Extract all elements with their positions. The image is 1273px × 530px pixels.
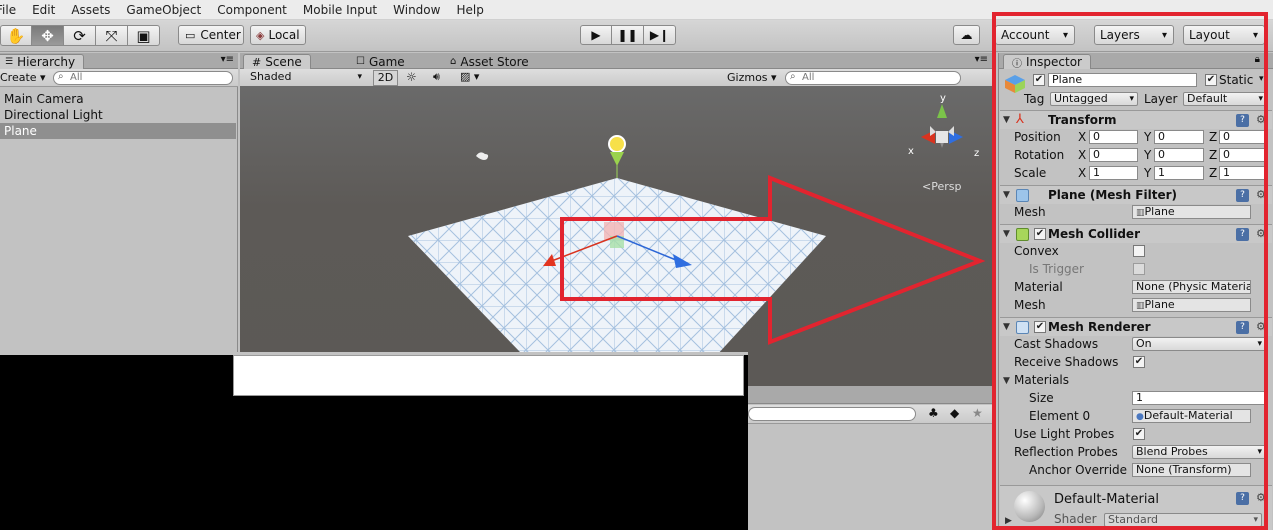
panel-menu-icon[interactable]: ▾≡ [221,54,234,65]
shading-mode-dropdown[interactable]: Shaded [247,71,365,85]
hierarchy-tabbar: ☰ Hierarchy ▾≡ [0,53,238,69]
hierarchy-item-main-camera[interactable]: Main Camera [0,91,236,107]
scene-search-input[interactable]: All [785,71,961,85]
favorites-icon[interactable]: ★ [972,406,983,420]
panel-menu-icon[interactable]: ▾≡ [975,54,988,65]
hierarchy-panel: ☰ Hierarchy ▾≡ Create ▾ All Main Camera … [0,53,238,353]
lighting-icon[interactable]: ☼ [406,70,417,84]
mode-2d-button[interactable]: 2D [373,70,398,86]
mode-2d-label: 2D [377,71,394,84]
annotation-highlight-box [992,12,1268,530]
scene-canvas: y x z <Persp [408,93,986,356]
menu-window[interactable]: Window [385,3,448,17]
camera-gizmo-icon[interactable] [476,152,489,160]
space-local-button[interactable]: ◈ Local [250,25,306,45]
gizmos-label: Gizmos [727,71,768,84]
scene-panel: # Scene ☐ Game ⌂ Asset Store ▾≡ Shaded 2… [240,53,992,87]
pause-icon[interactable]: ❚❚ [612,25,644,45]
rotate-icon[interactable]: ⟳ [64,25,96,46]
menu-component[interactable]: Component [209,3,295,17]
asset-store-icon: ⌂ [450,56,457,67]
gizmo-axis-y-label: y [940,93,946,104]
create-dropdown[interactable]: Create ▾ [0,71,46,84]
scale-icon[interactable]: ⤧ [96,25,128,46]
cube-icon: ◈ [256,28,265,42]
menu-edit[interactable]: Edit [24,3,63,17]
effects-icon[interactable]: ▨ ▾ [460,70,479,83]
directional-light-gizmo[interactable] [608,135,626,166]
menu-gameobject[interactable]: GameObject [118,3,209,17]
step-icon[interactable]: ▶❙ [644,25,676,45]
scene-viewport[interactable]: y x z <Persp [240,86,992,386]
tab-game[interactable]: ☐ Game [348,54,413,69]
pivot-center-button[interactable]: ▭ Center [178,25,244,45]
cloud-icon[interactable]: ☁ [953,25,980,45]
overlay-text-field[interactable] [233,355,744,396]
hierarchy-icon: ☰ [5,57,14,67]
scene-search-placeholder: All [802,72,815,83]
asset-store-tab-label: Asset Store [460,54,529,69]
play-icon[interactable]: ▶ [580,25,612,45]
transform-tools: ✋ ✥ ⟳ ⤧ ▣ [0,25,160,46]
scene-subbar: Shaded 2D ☼ 🔊︎ ▨ ▾ Gizmos ▾ All [240,69,992,87]
tab-hierarchy[interactable]: ☰ Hierarchy [0,54,85,69]
rect-icon[interactable]: ▣ [128,25,160,46]
scene-tab-label: Scene [265,55,302,69]
menu-file[interactable]: File [0,3,24,17]
tab-asset-store[interactable]: ⌂ Asset Store [442,54,537,69]
tab-scene[interactable]: # Scene [243,54,311,69]
project-panel-fragment: ♣ ◆ ★ [748,386,992,530]
shading-label: Shaded [250,71,292,83]
filter-by-type-icon[interactable]: ♣ [928,406,939,420]
persp-label[interactable]: <Persp [922,180,961,193]
gizmo-axis-z-label: z [974,148,979,159]
playback-controls: ▶ ❚❚ ▶❙ [580,25,676,45]
filter-by-label-icon[interactable]: ◆ [950,406,959,420]
space-label: Local [268,28,300,42]
game-tab-label: Game [368,54,405,69]
menu-help[interactable]: Help [448,3,491,17]
gizmos-dropdown[interactable]: Gizmos ▾ [727,71,777,84]
hierarchy-item-plane[interactable]: Plane [0,123,236,139]
scene-grid-icon: # [252,55,262,69]
hierarchy-search-input[interactable]: All [53,71,233,85]
menu-mobile-input[interactable]: Mobile Input [295,3,385,17]
gizmo-axis-x-label: x [908,146,914,157]
hand-icon[interactable]: ✋ [0,25,32,46]
pivot-icon: ▭ [185,28,196,42]
hierarchy-search-placeholder: All [70,72,83,83]
move-icon[interactable]: ✥ [32,25,64,46]
audio-icon[interactable]: 🔊︎ [433,70,440,84]
hierarchy-tab-label: Hierarchy [17,55,76,69]
hierarchy-subbar: Create ▾ All [0,69,238,87]
game-icon: ☐ [356,56,365,67]
orientation-gizmo[interactable] [921,104,963,148]
menu-assets[interactable]: Assets [63,3,118,17]
create-label: Create [0,71,37,84]
project-search-input[interactable] [748,407,916,421]
pivot-label: Center [200,28,241,42]
hierarchy-item-directional-light[interactable]: Directional Light [0,107,236,123]
scene-tabbar: # Scene ☐ Game ⌂ Asset Store ▾≡ [240,53,992,69]
